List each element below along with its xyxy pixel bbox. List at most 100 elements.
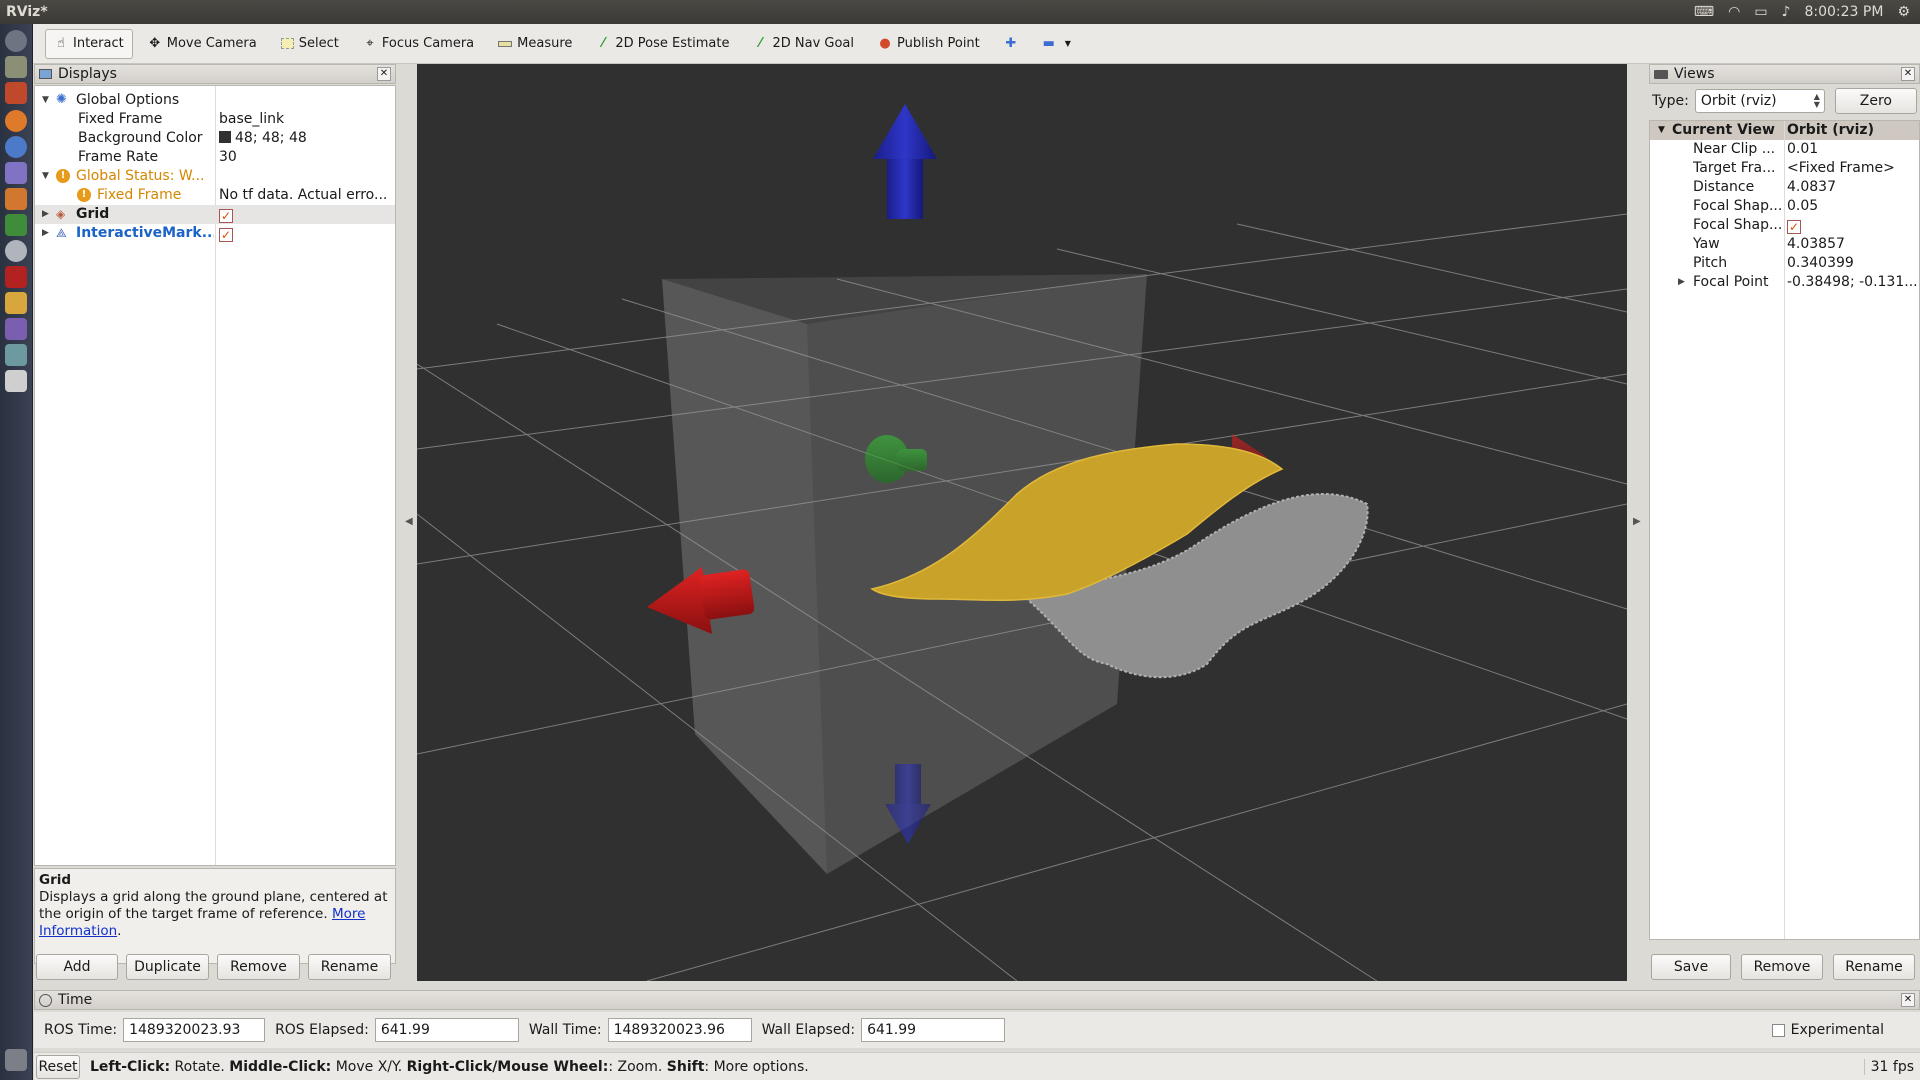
ros-elapsed-field[interactable]: 641.99 [374, 1018, 519, 1042]
wall-elapsed-field[interactable]: 641.99 [861, 1018, 1006, 1042]
terminal-icon[interactable] [5, 266, 27, 288]
select-icon [280, 38, 294, 49]
chromium-icon[interactable] [5, 136, 27, 158]
z-axis-arrow-up[interactable] [873, 104, 937, 219]
view-prop-focal-point[interactable]: ▶ Focal Point -0.38498; -0.131... [1650, 273, 1919, 292]
app-icon[interactable] [5, 162, 27, 184]
remove-button[interactable]: Remove [217, 954, 300, 980]
top-panel: RViz* ⌨ ◠ ▭ ♪ 8:00:23 PM ⚙ [0, 0, 1920, 24]
tool-select[interactable]: Select [272, 29, 348, 59]
tool-2d-nav-goal[interactable]: ⁄ 2D Nav Goal [744, 29, 863, 59]
views-buttons: Save Remove Rename [1651, 954, 1915, 980]
tree-row-status-fixed-frame[interactable]: ! Fixed Frame No tf data. Actual erro... [35, 186, 395, 205]
fixed-frame-value[interactable]: base_link [219, 110, 391, 129]
experimental-checkbox[interactable] [1771, 1023, 1785, 1037]
expand-arrow-icon[interactable]: ▶ [42, 224, 49, 243]
focal-shape-checkbox[interactable]: ✓ [1787, 220, 1801, 234]
settings-icon[interactable] [5, 240, 27, 262]
experimental-option[interactable]: Experimental [1771, 1022, 1920, 1038]
view-prop-focal-shape-size[interactable]: Focal Shap... 0.05 [1650, 197, 1919, 216]
color-swatch[interactable] [219, 131, 231, 143]
grid-enabled-checkbox[interactable]: ✓ [219, 209, 233, 223]
tool-focus-camera[interactable]: ⌖ Focus Camera [354, 29, 483, 59]
gear-icon[interactable]: ⚙ [1897, 4, 1910, 20]
reset-button[interactable]: Reset [36, 1054, 80, 1079]
views-tree: ▼ Current View Orbit (rviz) Near Clip ..… [1649, 120, 1920, 940]
tree-row-frame-rate[interactable]: Frame Rate 30 [35, 148, 395, 167]
tree-row-grid[interactable]: ▶ ◈ Grid ✓ [35, 205, 395, 224]
tool-2d-pose-estimate[interactable]: ⁄ 2D Pose Estimate [587, 29, 738, 59]
add-button[interactable]: Add [36, 954, 118, 980]
tool-interact[interactable]: ☝ Interact [45, 28, 133, 59]
tree-row-global-status[interactable]: ▼ ! Global Status: W... [35, 167, 395, 186]
editor-icon[interactable] [5, 292, 27, 314]
close-icon[interactable]: ✕ [377, 67, 391, 81]
interactive-markers-enabled-checkbox[interactable]: ✓ [219, 228, 233, 242]
firefox-icon[interactable] [5, 110, 27, 132]
zero-button[interactable]: Zero [1834, 88, 1917, 114]
view-type-bar: Type: Orbit (rviz) ▲ ▼ Zero [1649, 85, 1920, 117]
view-prop-yaw[interactable]: Yaw 4.03857 [1650, 235, 1919, 254]
remove-tool-button[interactable]: ▬ ▼ [1033, 29, 1084, 59]
view-prop-focal-shape-fixed[interactable]: Focal Shap... ✓ [1650, 216, 1919, 235]
expand-arrow-icon[interactable]: ▼ [42, 91, 49, 110]
wifi-icon[interactable]: ◠ [1728, 4, 1740, 20]
view-prop-distance[interactable]: Distance 4.0837 [1650, 178, 1919, 197]
browser-icon[interactable] [5, 82, 27, 104]
wall-time-field[interactable]: 1489320023.96 [607, 1018, 752, 1042]
save-button[interactable]: Save [1651, 954, 1731, 980]
image-icon[interactable] [5, 344, 27, 366]
rviz-icon[interactable] [5, 370, 27, 392]
chevron-down-icon: ▼ [1064, 38, 1071, 48]
window-title: RViz* [6, 4, 48, 20]
remove-view-button[interactable]: Remove [1741, 954, 1823, 980]
scene-svg[interactable] [417, 64, 1627, 981]
tree-row-fixed-frame[interactable]: Fixed Frame base_link [35, 110, 395, 129]
trash-icon[interactable] [5, 1049, 27, 1071]
close-icon[interactable]: ✕ [1901, 993, 1915, 1007]
wall-time-label: Wall Time: [528, 1022, 602, 1038]
tree-row-interactive-markers[interactable]: ▶ ⟁ InteractiveMark... ✓ [35, 224, 395, 243]
background-color-value[interactable]: 48; 48; 48 [219, 129, 391, 148]
globe-icon: ✺ [56, 92, 67, 107]
status-hint: Left-Click: Rotate. Middle-Click: Move X… [90, 1058, 809, 1075]
clock[interactable]: 8:00:23 PM [1804, 4, 1883, 20]
expand-arrow-icon[interactable]: ▶ [1678, 273, 1685, 292]
frame-rate-value[interactable]: 30 [219, 148, 391, 167]
tool-measure[interactable]: Measure [489, 29, 581, 59]
software-center-icon[interactable] [5, 188, 27, 210]
battery-icon[interactable]: ▭ [1754, 4, 1767, 20]
ros-time-label: ROS Time: [44, 1022, 118, 1038]
add-tool-button[interactable]: ✚ [995, 29, 1027, 59]
displays-tree: ▼ ✺ Global Options Fixed Frame base_link… [34, 85, 396, 866]
expand-arrow-icon[interactable]: ▶ [42, 205, 49, 224]
current-view-row[interactable]: ▼ Current View Orbit (rviz) [1650, 121, 1919, 140]
rename-button[interactable]: Rename [308, 954, 391, 980]
view-prop-near-clip[interactable]: Near Clip ... 0.01 [1650, 140, 1919, 159]
tool-move-camera[interactable]: ✥ Move Camera [139, 29, 266, 59]
sheet-icon[interactable] [5, 214, 27, 236]
displays-panel: Displays ✕ ▼ ✺ Global Options Fixed Fram… [34, 64, 396, 984]
duplicate-button[interactable]: Duplicate [126, 954, 209, 980]
collapse-left-arrow-icon[interactable]: ◀ [405, 516, 413, 527]
collapse-right-arrow-icon[interactable]: ▶ [1633, 516, 1641, 527]
view-prop-pitch[interactable]: Pitch 0.340399 [1650, 254, 1919, 273]
files-icon[interactable] [5, 56, 27, 78]
view-prop-target-frame[interactable]: Target Fra... <Fixed Frame> [1650, 159, 1919, 178]
view-type-select[interactable]: Orbit (rviz) ▲ ▼ [1694, 89, 1825, 113]
tree-row-global-options[interactable]: ▼ ✺ Global Options [35, 91, 395, 110]
displays-title-bar: Displays ✕ [34, 64, 396, 84]
dash-icon[interactable] [5, 30, 27, 52]
ros-time-field[interactable]: 1489320023.93 [123, 1018, 266, 1042]
expand-arrow-icon[interactable]: ▼ [42, 167, 49, 186]
tool-publish-point[interactable]: ● Publish Point [869, 29, 989, 59]
render-viewport[interactable] [417, 64, 1627, 981]
expand-arrow-icon[interactable]: ▼ [1658, 121, 1665, 140]
close-icon[interactable]: ✕ [1901, 67, 1915, 81]
tool-icon[interactable] [5, 318, 27, 340]
tree-row-background-color[interactable]: Background Color 48; 48; 48 [35, 129, 395, 148]
rename-view-button[interactable]: Rename [1833, 954, 1915, 980]
pose-arrow-icon: ⁄ [602, 35, 605, 51]
keyboard-icon[interactable]: ⌨ [1694, 4, 1714, 20]
volume-icon[interactable]: ♪ [1782, 4, 1791, 20]
